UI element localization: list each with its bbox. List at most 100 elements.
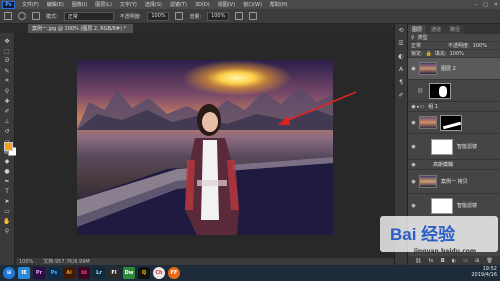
opacity-field[interactable]: 100%	[147, 11, 170, 21]
menu-view[interactable]: 视图(V)	[214, 1, 239, 8]
brush-tool-icon[interactable]: ✐	[2, 107, 12, 115]
lock-icon[interactable]: 🔒	[426, 51, 432, 57]
tab-paths[interactable]: 路径	[446, 25, 465, 34]
hand-tool-icon[interactable]: ✋	[2, 217, 12, 225]
menu-image[interactable]: 图像(I)	[68, 1, 91, 8]
brush-tool-icon[interactable]	[4, 12, 12, 20]
menu-edit[interactable]: 编辑(E)	[43, 1, 68, 8]
clock-date[interactable]: 2019/4/16	[471, 272, 497, 278]
layer-row[interactable]: ◉	[408, 112, 500, 134]
lasso-tool-icon[interactable]: ᘐ	[2, 57, 12, 65]
qq-taskbar-icon[interactable]: Q	[138, 267, 150, 279]
flow-field[interactable]: 100%	[207, 11, 230, 21]
blur-tool-icon[interactable]: ◆	[2, 157, 12, 165]
shape-tool-icon[interactable]: ▭	[2, 207, 12, 215]
indesign-taskbar-icon[interactable]: Id	[78, 267, 90, 279]
quick-select-tool-icon[interactable]: ✎	[2, 67, 12, 75]
blend-mode-select[interactable]: 正常	[411, 42, 445, 49]
layer-name[interactable]: 智能滤镜	[457, 143, 477, 150]
eyedropper-tool-icon[interactable]: ⚲	[2, 87, 12, 95]
layer-filter-row: ⚲ 类型	[408, 34, 500, 42]
menu-layer[interactable]: 图层(L)	[91, 1, 116, 8]
eye-icon[interactable]: ◉	[410, 179, 417, 185]
brush-panel-icon[interactable]: ✐	[397, 92, 405, 99]
airbrush-icon[interactable]	[235, 12, 244, 20]
history-panel-icon[interactable]: ⟲	[397, 27, 405, 34]
layer-filter-select[interactable]: 类型	[418, 34, 428, 41]
stamp-tool-icon[interactable]: ⊥	[2, 117, 12, 125]
layer-row[interactable]: ⛓	[408, 80, 500, 102]
illustrator-taskbar-icon[interactable]: Ai	[63, 267, 75, 279]
menu-3d[interactable]: 3D(D)	[191, 2, 214, 8]
tab-channels[interactable]: 通道	[427, 25, 446, 34]
layer-name[interactable]: 图层 2	[441, 65, 456, 72]
type-tool-icon[interactable]: T	[2, 187, 12, 195]
properties-panel-icon[interactable]: ☰	[397, 40, 405, 47]
foreground-color-swatch[interactable]	[4, 142, 13, 151]
firefox-taskbar-icon[interactable]: FF	[168, 267, 180, 279]
opacity-field[interactable]: 100%	[473, 43, 487, 49]
photoshop-logo: Ps	[2, 0, 15, 9]
lightroom-taskbar-icon[interactable]: Lr	[93, 267, 105, 279]
ie-taskbar-icon[interactable]: IE	[18, 267, 30, 279]
marquee-tool-icon[interactable]: ⬚	[2, 47, 12, 55]
blend-row: 正常 不透明度: 100%	[408, 42, 500, 50]
menu-help[interactable]: 帮助(H)	[266, 1, 292, 8]
brush-preset-icon[interactable]	[18, 12, 26, 20]
lock-label: 锁定:	[411, 51, 423, 57]
menu-file[interactable]: 文件(F)	[18, 1, 43, 8]
tab-layers[interactable]: 图层	[408, 25, 427, 34]
dreamweaver-taskbar-icon[interactable]: Dw	[123, 267, 135, 279]
paragraph-panel-icon[interactable]: ¶	[397, 79, 405, 86]
layer-row[interactable]: ◉ 案例一 拷贝	[408, 170, 500, 194]
close-button[interactable]: ✕	[494, 2, 498, 8]
photoshop-taskbar-icon[interactable]: Ps	[48, 267, 60, 279]
move-tool-icon[interactable]: ✥	[2, 37, 12, 45]
layer-group-row[interactable]: ◉ ▸▭ 组 1	[408, 102, 500, 112]
brush-panel-icon[interactable]	[32, 12, 40, 20]
pressure-size-icon[interactable]	[249, 12, 258, 20]
zoom-tool-icon[interactable]: ⚲	[2, 227, 12, 235]
eye-icon[interactable]: ◉	[410, 162, 417, 168]
mode-select[interactable]: 正常	[63, 11, 114, 21]
menu-select[interactable]: 选择(S)	[141, 1, 166, 8]
red-arrow-annotation	[278, 91, 357, 125]
healing-tool-icon[interactable]: ✚	[2, 97, 12, 105]
layer-mask-thumbnail	[429, 82, 451, 99]
adjustments-panel-icon[interactable]: ◐	[397, 53, 405, 60]
start-button[interactable]: ⊞	[3, 267, 15, 279]
filter-row[interactable]: ◉ 高斯模糊	[408, 160, 500, 170]
path-select-tool-icon[interactable]: ➤	[2, 197, 12, 205]
character-panel-icon[interactable]: A	[397, 66, 405, 73]
flash-taskbar-icon[interactable]: Fl	[108, 267, 120, 279]
zoom-readout[interactable]: 100%	[19, 259, 33, 265]
premiere-taskbar-icon[interactable]: Pr	[33, 267, 45, 279]
options-bar: 模式: 正常 不透明度: 100% 流量: 100%	[0, 9, 500, 24]
fill-field[interactable]: 100%	[450, 51, 464, 57]
minimize-button[interactable]: –	[475, 2, 478, 8]
menu-filter[interactable]: 滤镜(T)	[166, 1, 191, 8]
document-canvas[interactable]	[77, 60, 333, 235]
eye-icon[interactable]: ◉	[410, 144, 417, 150]
layer-name[interactable]: 组 1	[428, 103, 438, 110]
eye-icon[interactable]: ◉	[410, 104, 417, 110]
eye-icon[interactable]: ◉	[410, 66, 417, 72]
pen-tool-icon[interactable]: ✒	[2, 177, 12, 185]
menu-type[interactable]: 文字(Y)	[116, 1, 141, 8]
pressure-opacity-icon[interactable]	[175, 12, 184, 20]
document-tab[interactable]: 案例一.jpg @ 100% (图层 2, RGB/8#) *	[28, 24, 133, 33]
crop-tool-icon[interactable]: ⌗	[2, 77, 12, 85]
eye-icon[interactable]: ◉	[410, 120, 417, 126]
watermark-url: jingyan.baidu.com	[413, 248, 477, 255]
document-size: 文档:957.7K/6.99M	[43, 259, 90, 265]
smart-filter-row[interactable]: ◉ 智能滤镜	[408, 134, 500, 160]
menu-window[interactable]: 窗口(W)	[239, 1, 266, 8]
chrome-taskbar-icon[interactable]: Ch	[153, 267, 165, 279]
layer-thumbnail	[419, 62, 437, 75]
maximize-button[interactable]: □	[483, 2, 488, 8]
filter-name[interactable]: 高斯模糊	[433, 161, 453, 168]
layer-row[interactable]: ◉ 图层 2	[408, 58, 500, 80]
layer-name[interactable]: 案例一 拷贝	[441, 178, 468, 185]
dodge-tool-icon[interactable]: ●	[2, 167, 12, 175]
history-brush-icon[interactable]: ↺	[2, 127, 12, 135]
